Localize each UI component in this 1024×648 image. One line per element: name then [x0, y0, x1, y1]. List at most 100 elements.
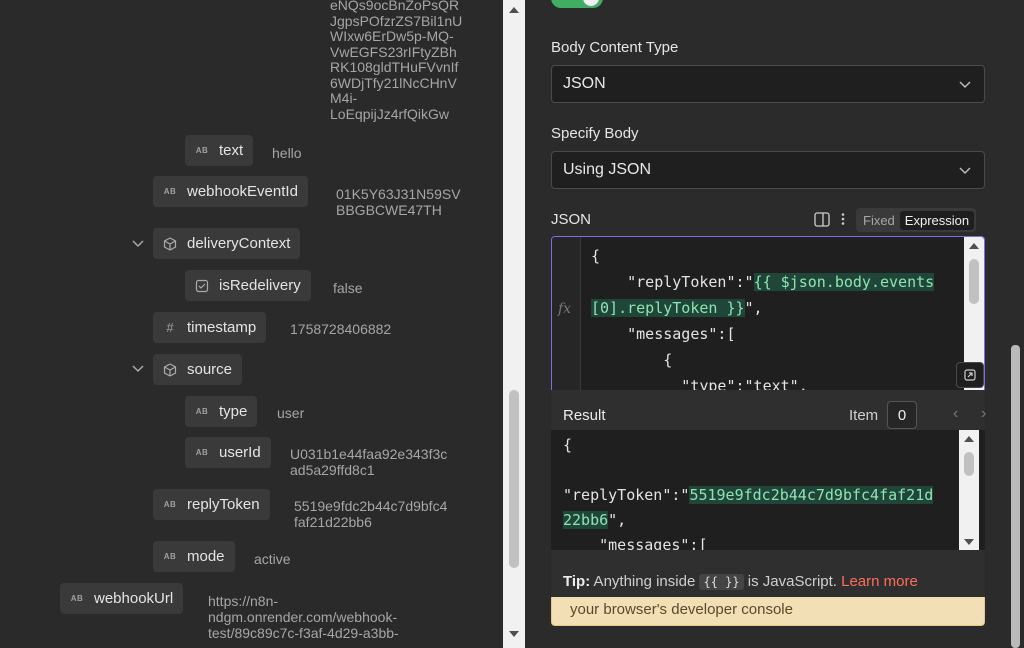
code-line: [0].replyToken }}",	[591, 295, 763, 321]
toggle-knob	[583, 0, 599, 6]
json-expression-editor[interactable]: fx { "replyToken":"{{ $json.body.events …	[551, 236, 985, 390]
item-index-input[interactable]: 0	[887, 401, 917, 429]
field-name: deliveryContext	[187, 235, 291, 252]
panel-layout-icon[interactable]	[814, 212, 830, 227]
expand-editor-button[interactable]	[956, 362, 984, 388]
field-value: 5519e9fdc2b44c7d9bfc4 faf21d22bb6	[294, 498, 448, 530]
field-deliveryContext[interactable]: deliveryContext	[153, 228, 301, 259]
tip-body: Anything inside	[590, 573, 700, 590]
code-text: ",	[608, 511, 627, 529]
mode-expression-option[interactable]: Expression	[899, 210, 975, 230]
chevron-down-icon	[959, 81, 971, 89]
string-type-icon: AB	[163, 552, 177, 561]
string-type-icon: AB	[195, 146, 209, 155]
string-type-icon: AB	[195, 448, 209, 457]
code-line: {	[591, 351, 673, 369]
field-name: webhookEventId	[187, 183, 298, 200]
chevron-right-icon[interactable]: ›	[981, 405, 986, 423]
result-line: 22bb6",	[563, 507, 626, 533]
toggle-switch[interactable]	[551, 0, 603, 8]
fx-icon: fx	[558, 301, 572, 317]
scrollbar-thumb[interactable]	[964, 452, 974, 476]
string-type-icon: AB	[70, 594, 84, 603]
warning-notice: your browser's developer console	[551, 597, 985, 626]
field-value: active	[254, 551, 291, 567]
result-line: "replyToken":"5519e9fdc2b44c7d9bfc4faf21…	[563, 482, 934, 508]
field-timestamp[interactable]: # timestamp	[153, 312, 267, 343]
chevron-down-icon[interactable]	[131, 237, 145, 251]
body-content-type-select[interactable]: JSON	[551, 65, 985, 103]
result-scrollbar[interactable]	[959, 430, 979, 550]
result-output: { "replyToken":"5519e9fdc2b44c7d9bfc4faf…	[551, 430, 985, 550]
resolved-value-highlight: 5519e9fdc2b44c7d9bfc4faf21d	[689, 486, 934, 504]
resolved-value-highlight: 22bb6	[563, 511, 609, 529]
expression-highlight: [0].replyToken }}	[591, 299, 745, 317]
field-name: source	[187, 361, 233, 378]
learn-more-link[interactable]: Learn more	[841, 573, 918, 590]
result-line: {	[563, 436, 573, 454]
chevron-down-icon[interactable]	[131, 362, 145, 376]
code-line: "replyToken":"{{ $json.body.events	[591, 269, 935, 295]
field-mode[interactable]: AB mode	[153, 541, 235, 572]
expression-highlight: {{ $json.body.events	[753, 273, 935, 291]
tip-label: Tip:	[563, 573, 591, 590]
select-value: Using JSON	[563, 161, 652, 178]
editor-gutter: fx	[552, 237, 581, 390]
field-value: U031b1e44faa92e343f3c ad5a29ffd8c1	[290, 446, 448, 478]
parameters-scrollbar[interactable]	[1007, 0, 1024, 648]
field-webhookUrl[interactable]: AB webhookUrl	[60, 583, 184, 614]
field-value: hello	[272, 145, 302, 161]
field-webhookEventId[interactable]: AB webhookEventId	[153, 176, 308, 207]
object-cube-icon	[163, 236, 177, 251]
field-replyToken[interactable]: AB replyToken	[153, 489, 270, 520]
field-text[interactable]: AB text	[185, 135, 254, 166]
string-type-icon: AB	[163, 500, 177, 509]
fixed-expression-toggle[interactable]: Fixed Expression	[856, 208, 977, 232]
tip-body: is JavaScript.	[743, 573, 842, 590]
token-value: eNQs9ocBnZoPsQR JgpsPOfzrZS7Bil1nU WIxw6…	[330, 0, 463, 122]
code-text: "replyToken":"	[591, 273, 754, 291]
field-name: replyToken	[187, 496, 260, 513]
specify-body-select[interactable]: Using JSON	[551, 151, 985, 189]
field-name: text	[219, 142, 244, 159]
object-cube-icon	[163, 362, 177, 377]
specify-body-label: Specify Body	[551, 125, 639, 142]
field-source[interactable]: source	[153, 354, 243, 385]
string-type-icon: AB	[163, 187, 177, 196]
mode-fixed-option[interactable]: Fixed	[858, 211, 900, 230]
field-isRedelivery[interactable]: isRedelivery	[185, 270, 311, 301]
input-schema-panel: eNQs9ocBnZoPsQR JgpsPOfzrZS7Bil1nU WIxw6…	[0, 0, 503, 648]
field-name: userId	[219, 444, 261, 461]
tip-code: {{ }}	[699, 574, 744, 590]
more-options-icon[interactable]	[840, 212, 846, 226]
field-type[interactable]: AB type	[185, 396, 258, 427]
chevron-left-icon[interactable]: ‹	[953, 405, 958, 423]
chevron-down-icon	[959, 167, 971, 175]
scroll-down-arrow-icon[interactable]	[508, 630, 520, 638]
json-label: JSON	[551, 211, 592, 228]
string-type-icon: AB	[195, 407, 209, 416]
scrollbar-thumb[interactable]	[969, 259, 979, 304]
result-preview: Result Item 0 ‹ › { "replyToken":"5519e9…	[551, 390, 986, 604]
scroll-up-arrow-icon[interactable]	[963, 435, 975, 443]
parameters-panel: Body Content Type JSON Specify Body Usin…	[525, 0, 1007, 648]
field-value: 1758728406882	[290, 321, 392, 337]
field-name: type	[219, 403, 248, 420]
result-line: "messages":[	[563, 536, 708, 550]
scroll-down-arrow-icon[interactable]	[963, 538, 975, 546]
code-text: ",	[744, 299, 763, 317]
scrollbar-thumb[interactable]	[509, 390, 519, 568]
item-label: Item	[849, 407, 879, 424]
number-hash-icon: #	[166, 320, 174, 335]
scroll-up-arrow-icon[interactable]	[968, 242, 980, 250]
field-name: timestamp	[187, 319, 257, 336]
field-userId[interactable]: AB userId	[185, 437, 271, 468]
scroll-up-arrow-icon[interactable]	[508, 6, 520, 14]
field-value: user	[277, 405, 305, 421]
schema-scrollbar[interactable]	[503, 0, 525, 648]
field-name: mode	[187, 548, 225, 565]
field-name: webhookUrl	[94, 590, 174, 607]
field-value: 01K5Y63J31N59SV BBGBCWE47TH	[336, 186, 461, 218]
scrollbar-thumb[interactable]	[1011, 345, 1020, 648]
code-line: {	[591, 247, 601, 265]
